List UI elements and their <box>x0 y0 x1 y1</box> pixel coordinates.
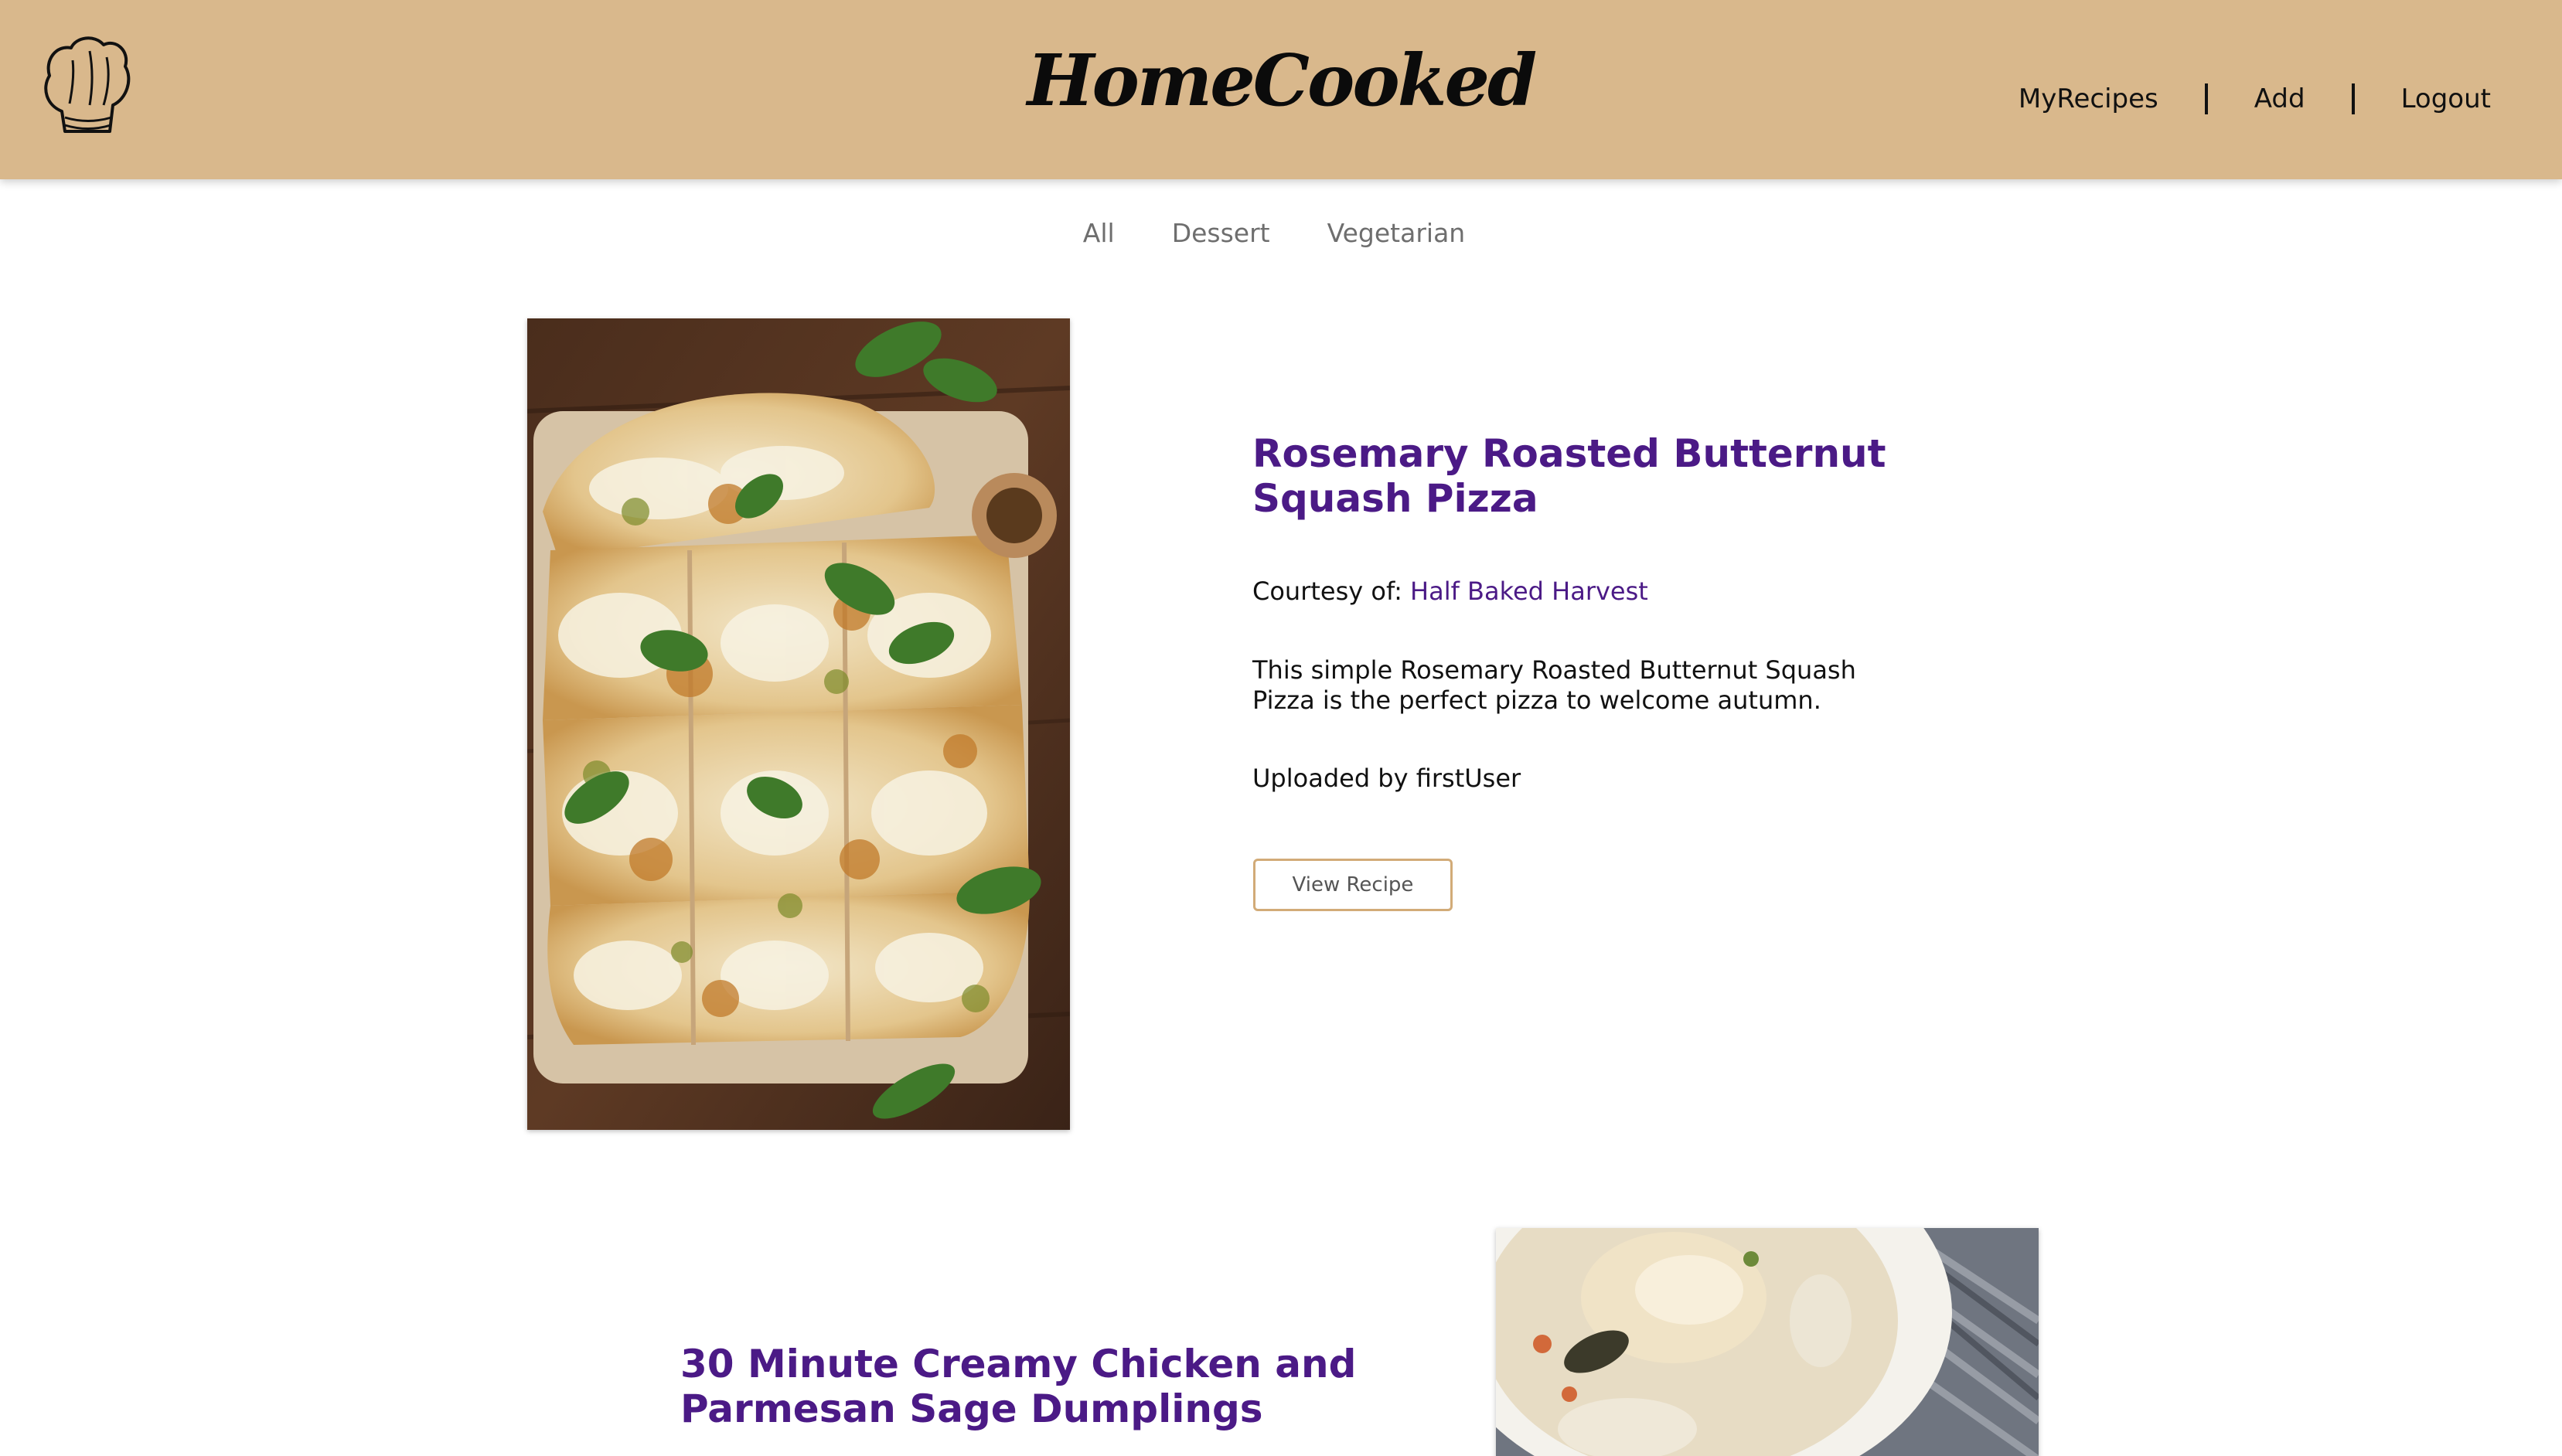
recipe-courtesy: Courtesy of: Half Baked Harvest <box>1252 577 1648 606</box>
category-filter: All Dessert Vegetarian <box>0 218 2562 248</box>
nav-my-recipes[interactable]: MyRecipes <box>2019 83 2158 114</box>
nav-divider <box>2351 83 2355 114</box>
recipe-uploader: Uploaded by firstUser <box>1252 764 1521 793</box>
recipe-source-link[interactable]: Half Baked Harvest <box>1410 577 1648 606</box>
courtesy-label: Courtesy of: <box>1252 577 1402 606</box>
nav-add[interactable]: Add <box>2254 83 2305 114</box>
recipe-image-pizza[interactable] <box>527 318 1070 1130</box>
app-header: HomeCooked MyRecipes Add Logout <box>0 0 2562 179</box>
category-dessert[interactable]: Dessert <box>1172 218 1270 248</box>
recipe-image-dumplings[interactable] <box>1496 1228 2039 1456</box>
category-vegetarian[interactable]: Vegetarian <box>1327 218 1466 248</box>
nav-divider <box>2204 83 2208 114</box>
category-all[interactable]: All <box>1083 218 1115 248</box>
dumplings-photo <box>1496 1228 2039 1456</box>
pizza-photo <box>527 318 1070 1130</box>
recipe-title[interactable]: Rosemary Roasted Butternut Squash Pizza <box>1252 431 1917 521</box>
recipe-description: This simple Rosemary Roasted Butternut S… <box>1252 655 1856 715</box>
top-nav: MyRecipes Add Logout <box>2019 76 2491 122</box>
view-recipe-button[interactable]: View Recipe <box>1253 859 1453 911</box>
recipe-title[interactable]: 30 Minute Creamy Chicken and Parmesan Sa… <box>680 1342 1376 1431</box>
nav-logout[interactable]: Logout <box>2401 83 2491 114</box>
